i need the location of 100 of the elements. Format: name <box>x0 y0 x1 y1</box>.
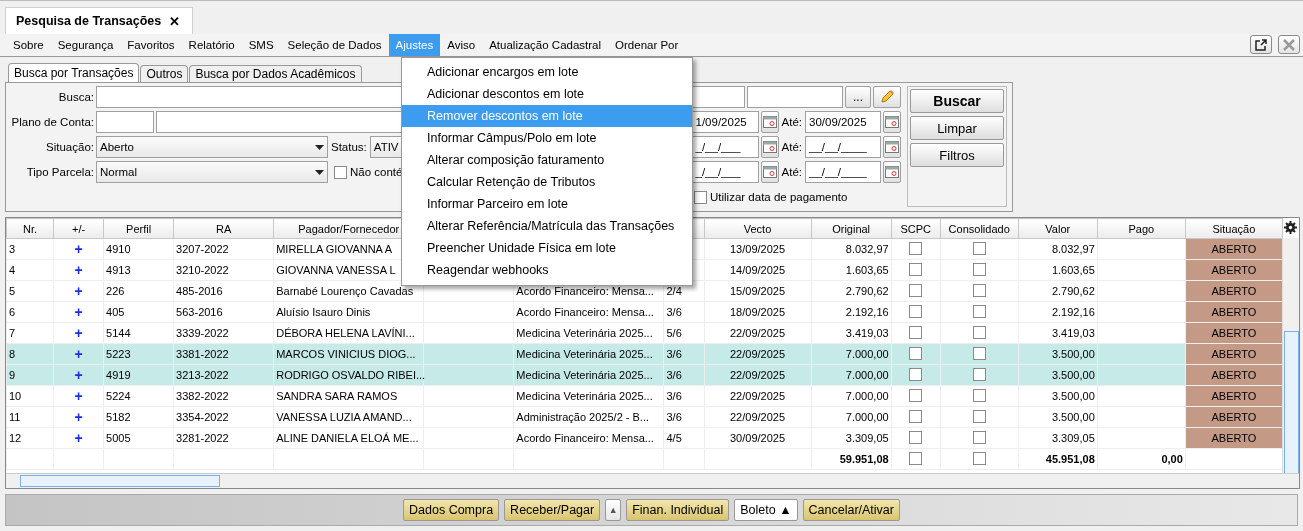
table-cell: 10 <box>9 390 22 402</box>
table-cell: 11 <box>9 411 21 423</box>
table-cell: 3.309,05 <box>1051 432 1095 444</box>
table-cell: 7.000,00 <box>845 348 889 360</box>
table-cell: 8.032,97 <box>1051 243 1095 255</box>
table-cell: 22/09/2025 <box>730 348 786 360</box>
table-cell: 3381-2022 <box>176 348 229 360</box>
table-cell: 405 <box>106 306 125 318</box>
table-cell: 6 <box>9 306 16 318</box>
table-cell: 22/09/2025 <box>730 369 786 381</box>
table-cell: 3.500,00 <box>1051 390 1095 402</box>
field-label: Busca: <box>57 91 94 103</box>
table-cell: GIOVANNA VANESSA L <box>276 264 396 276</box>
field-label: Até: <box>781 141 802 153</box>
table-cell: ABERTO <box>1211 432 1257 444</box>
table-cell: 3.500,00 <box>1051 369 1095 381</box>
table-cell: RODRIGO OSVALDO RIBEI... <box>276 369 426 381</box>
field-label: Plano de Conta: <box>10 116 94 128</box>
table-cell: 3382-2022 <box>176 390 229 402</box>
table-cell: Acordo Financeiro: Mensa... <box>516 285 654 297</box>
table-cell: ABERTO <box>1211 306 1257 318</box>
table-cell: 5005 <box>106 432 131 444</box>
table-cell: 3.419,03 <box>845 327 889 339</box>
table-cell: 4/5 <box>666 432 682 444</box>
checkbox-label: Utilizar data de pagamento <box>710 191 848 203</box>
table-cell: 2/4 <box>666 285 682 297</box>
table-cell: DÉBORA HELENA LAVÍNI... <box>276 327 415 339</box>
table-cell: 7.000,00 <box>845 390 889 402</box>
table-cell: 3339-2022 <box>176 327 229 339</box>
table-cell: 22/09/2025 <box>730 327 786 339</box>
table-cell: MIRELLA GIOVANNA A <box>276 243 393 255</box>
table-cell: 30/09/2025 <box>730 432 786 444</box>
table-cell: 4919 <box>106 369 131 381</box>
table-cell: 3/6 <box>666 348 682 360</box>
table-cell: Barnabé Lourenço Cavadas <box>276 285 414 297</box>
table-cell: Acordo Financeiro: Mensa... <box>516 432 654 444</box>
table-cell: 22/09/2025 <box>730 390 786 402</box>
table-cell: 3/6 <box>666 369 682 381</box>
table-cell: ABERTO <box>1211 411 1257 423</box>
table-cell: 7.000,00 <box>845 369 889 381</box>
table-cell: 8 <box>9 348 16 360</box>
table-cell: Aluísio Isauro Dinis <box>276 306 371 318</box>
table-cell: 3/6 <box>666 411 682 423</box>
table-cell: ABERTO <box>1211 243 1257 255</box>
table-cell: 563-2016 <box>176 306 223 318</box>
table-cell: 226 <box>106 285 125 297</box>
table-cell: 2.790,62 <box>845 285 889 297</box>
table-cell: 14/09/2025 <box>730 264 786 276</box>
table-cell: 5182 <box>106 411 131 423</box>
table-cell: ABERTO <box>1211 348 1257 360</box>
table-cell: 3/6 <box>666 306 682 318</box>
table-cell: 4910 <box>106 243 131 255</box>
table-cell: 12 <box>9 432 22 444</box>
table-cell: 0,00 <box>1161 453 1183 465</box>
table-cell: 5/6 <box>666 327 682 339</box>
table-cell: 3/6 <box>666 390 682 402</box>
table-cell: VANESSA LUZIA AMAND... <box>276 411 412 423</box>
table-cell: 1.603,65 <box>845 264 889 276</box>
checkbox-label: Não conté <box>350 166 403 178</box>
table-cell: 7 <box>9 327 16 339</box>
table-cell: 15/09/2025 <box>730 285 786 297</box>
field-label: Tipo Parcela: <box>25 166 94 178</box>
table-cell: 3.309,05 <box>845 432 889 444</box>
table-cell: Medicina Veterinária 2025... <box>516 369 653 381</box>
field-label: Status: <box>331 141 367 153</box>
table-cell: 9 <box>9 369 16 381</box>
table-cell: 5 <box>9 285 16 297</box>
field-label: Até: <box>781 116 802 128</box>
table-cell: 3.419,03 <box>1051 327 1095 339</box>
table-cell: MARCOS VINICIUS DIOG... <box>276 348 416 360</box>
table-cell: Medicina Veterinária 2025... <box>516 348 653 360</box>
table-cell: 3.500,00 <box>1051 411 1095 423</box>
table-cell: 5144 <box>106 327 131 339</box>
table-cell: 5224 <box>106 390 131 402</box>
table-cell: 22/09/2025 <box>730 411 786 423</box>
table-cell: 3354-2022 <box>176 411 229 423</box>
table-cell: 45.951,08 <box>1045 453 1095 465</box>
table-cell: Acordo Financeiro: Mensa... <box>516 306 654 318</box>
table-cell: Medicina Veterinária 2025... <box>516 327 653 339</box>
table-cell: 1.603,65 <box>1051 264 1095 276</box>
table-cell: 18/09/2025 <box>730 306 786 318</box>
table-cell: ABERTO <box>1211 264 1257 276</box>
table-cell: ABERTO <box>1211 390 1257 402</box>
table-cell: 7.000,00 <box>845 411 889 423</box>
table-cell: 485-2016 <box>176 285 223 297</box>
table-cell: 13/09/2025 <box>730 243 786 255</box>
table-cell: ABERTO <box>1211 369 1257 381</box>
table-cell: ABERTO <box>1211 285 1257 297</box>
table-cell: Administração 2025/2 - B... <box>516 411 650 423</box>
table-cell: 4913 <box>106 264 131 276</box>
table-cell: 2.790,62 <box>1051 285 1095 297</box>
field-label: Situação: <box>45 141 94 153</box>
field-label: Até: <box>781 166 802 178</box>
table-cell: 3 <box>9 243 16 255</box>
table-cell: Medicina Veterinária 2025... <box>516 390 653 402</box>
table-cell: 2.192,16 <box>1051 306 1095 318</box>
table-cell: 3.500,00 <box>1051 348 1095 360</box>
table-cell: 3210-2022 <box>176 264 229 276</box>
table-cell: 3281-2022 <box>176 432 229 444</box>
table-cell: 59.951,08 <box>839 453 889 465</box>
